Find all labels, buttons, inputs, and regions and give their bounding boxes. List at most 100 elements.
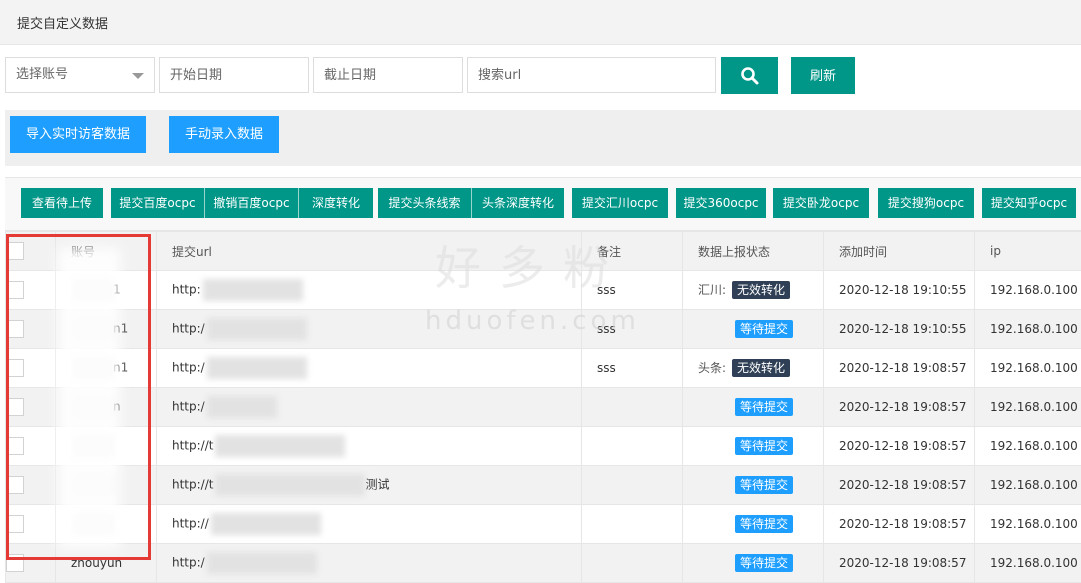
status-badge: 等待提交 — [735, 437, 793, 455]
note-cell — [582, 544, 683, 583]
url-cell[interactable]: http:/ — [157, 349, 582, 388]
action-bar: 导入实时访客数据 手动录入数据 — [5, 110, 1081, 166]
redacted-block — [73, 318, 113, 340]
chevron-down-icon — [132, 73, 144, 79]
submit-huichuan-ocpc-button[interactable]: 提交汇川ocpc — [572, 188, 668, 218]
table-header-row: 账号 提交url 备注 数据上报状态 添加时间 ip — [6, 232, 1081, 271]
redacted-block — [73, 474, 113, 496]
submit-sogou-ocpc-button[interactable]: 提交搜狗ocpc — [878, 188, 974, 218]
row-select-cell — [6, 271, 56, 310]
note-cell — [582, 427, 683, 466]
redacted-block — [215, 474, 365, 496]
start-date-field[interactable] — [170, 58, 298, 92]
row-select-cell — [6, 505, 56, 544]
table-row[interactable]: http://t 等待提交 2020-12-18 19:08:57 192.16… — [6, 427, 1081, 466]
select-all-checkbox[interactable] — [6, 242, 24, 260]
select-all-cell — [6, 232, 56, 271]
status-cell: 等待提交 — [683, 310, 824, 349]
status-badge: 无效转化 — [732, 359, 790, 377]
row-checkbox[interactable] — [6, 476, 24, 494]
submit-zhihu-ocpc-button[interactable]: 提交知乎ocpc — [982, 188, 1076, 218]
table-row[interactable]: n1 http:/ sss 头条:无效转化 2020-12-18 19:08:5… — [6, 349, 1081, 388]
row-checkbox[interactable] — [6, 554, 24, 572]
column-header-account[interactable]: 账号 — [56, 232, 157, 271]
page-header: 提交自定义数据 — [0, 0, 1081, 45]
url-cell[interactable]: http: — [157, 271, 582, 310]
column-header-ip[interactable]: ip — [975, 232, 1081, 271]
row-select-cell — [6, 349, 56, 388]
ip-cell: 192.168.0.100 — [975, 544, 1081, 583]
note-cell — [582, 388, 683, 427]
submit-baidu-ocpc-button[interactable]: 提交百度ocpc — [111, 188, 204, 218]
row-checkbox[interactable] — [6, 398, 24, 416]
redacted-block — [207, 318, 307, 340]
submit-toutiao-lead-button[interactable]: 提交头条线索 — [378, 188, 471, 218]
start-date-input[interactable] — [159, 57, 309, 93]
submit-wolong-ocpc-button[interactable]: 提交卧龙ocpc — [773, 188, 869, 218]
status-cell: 汇川:无效转化 — [683, 271, 824, 310]
url-cell[interactable]: http://t测试 — [157, 466, 582, 505]
column-header-url[interactable]: 提交url — [157, 232, 582, 271]
redacted-block — [73, 435, 113, 457]
submit-360-ocpc-button[interactable]: 提交360ocpc — [676, 188, 766, 218]
note-cell: sss — [582, 349, 683, 388]
account-select[interactable]: 选择账号 — [5, 57, 155, 93]
time-cell: 2020-12-18 19:08:57 — [824, 466, 975, 505]
deep-conversion-button[interactable]: 深度转化 — [299, 188, 373, 218]
table-row[interactable]: n1 http:/ sss 等待提交 2020-12-18 19:10:55 1… — [6, 310, 1081, 349]
row-checkbox[interactable] — [6, 359, 24, 377]
toutiao-deep-conversion-button[interactable]: 头条深度转化 — [472, 188, 564, 218]
refresh-button[interactable]: 刷新 — [791, 57, 855, 94]
status-badge: 等待提交 — [735, 515, 793, 533]
import-visitors-button[interactable]: 导入实时访客数据 — [10, 116, 146, 153]
row-checkbox[interactable] — [6, 515, 24, 533]
status-badge: 等待提交 — [735, 320, 793, 338]
row-checkbox[interactable] — [6, 437, 24, 455]
row-checkbox[interactable] — [6, 320, 24, 338]
table-row[interactable]: http:// 等待提交 2020-12-18 19:08:57 192.168… — [6, 505, 1081, 544]
search-url-field[interactable] — [478, 58, 705, 92]
redacted-block — [73, 279, 113, 301]
status-cell: 头条:无效转化 — [683, 349, 824, 388]
status-cell: 等待提交 — [683, 505, 824, 544]
url-cell[interactable]: http:// — [157, 505, 582, 544]
table-row[interactable]: zhouyun http:/ 等待提交 2020-12-18 19:08:57 … — [6, 544, 1081, 583]
time-cell: 2020-12-18 19:08:57 — [824, 544, 975, 583]
note-cell: sss — [582, 271, 683, 310]
time-cell: 2020-12-18 19:10:55 — [824, 310, 975, 349]
manual-entry-button[interactable]: 手动录入数据 — [169, 116, 279, 153]
search-button[interactable] — [721, 57, 778, 94]
end-date-input[interactable] — [313, 57, 463, 93]
row-checkbox[interactable] — [6, 281, 24, 299]
column-header-time[interactable]: 添加时间 — [824, 232, 975, 271]
url-cell[interactable]: http:/ — [157, 388, 582, 427]
ocpc-toolbar: 查看待上传 提交百度ocpc 撤销百度ocpc 深度转化 提交头条线索 头条深度… — [5, 178, 1081, 231]
table-row[interactable]: 1 http: sss 汇川:无效转化 2020-12-18 19:10:55 … — [6, 271, 1081, 310]
redacted-block — [73, 396, 113, 418]
time-cell: 2020-12-18 19:08:57 — [824, 505, 975, 544]
revoke-baidu-ocpc-button[interactable]: 撤销百度ocpc — [205, 188, 298, 218]
url-cell[interactable]: http:/ — [157, 310, 582, 349]
filter-bar: 选择账号 刷新 — [0, 45, 1081, 107]
view-pending-button[interactable]: 查看待上传 — [21, 188, 103, 218]
row-select-cell — [6, 427, 56, 466]
account-cell: n1 — [56, 349, 157, 388]
table-row[interactable]: n http:/ 等待提交 2020-12-18 19:08:57 192.16… — [6, 388, 1081, 427]
status-badge: 等待提交 — [735, 476, 793, 494]
url-cell[interactable]: http:/ — [157, 544, 582, 583]
row-select-cell — [6, 388, 56, 427]
column-header-status[interactable]: 数据上报状态 — [683, 232, 824, 271]
redacted-block — [73, 513, 113, 535]
account-cell: n1 — [56, 310, 157, 349]
row-select-cell — [6, 466, 56, 505]
table-row[interactable]: http://t测试 等待提交 2020-12-18 19:08:57 192.… — [6, 466, 1081, 505]
account-cell — [56, 466, 157, 505]
account-select-value: 选择账号 — [16, 67, 68, 82]
toutiao-button-group: 提交头条线索 头条深度转化 — [378, 188, 564, 218]
column-header-note[interactable]: 备注 — [582, 232, 683, 271]
url-cell[interactable]: http://t — [157, 427, 582, 466]
time-cell: 2020-12-18 19:08:57 — [824, 349, 975, 388]
redacted-block — [215, 435, 345, 457]
end-date-field[interactable] — [324, 58, 452, 92]
search-input[interactable] — [467, 57, 716, 93]
